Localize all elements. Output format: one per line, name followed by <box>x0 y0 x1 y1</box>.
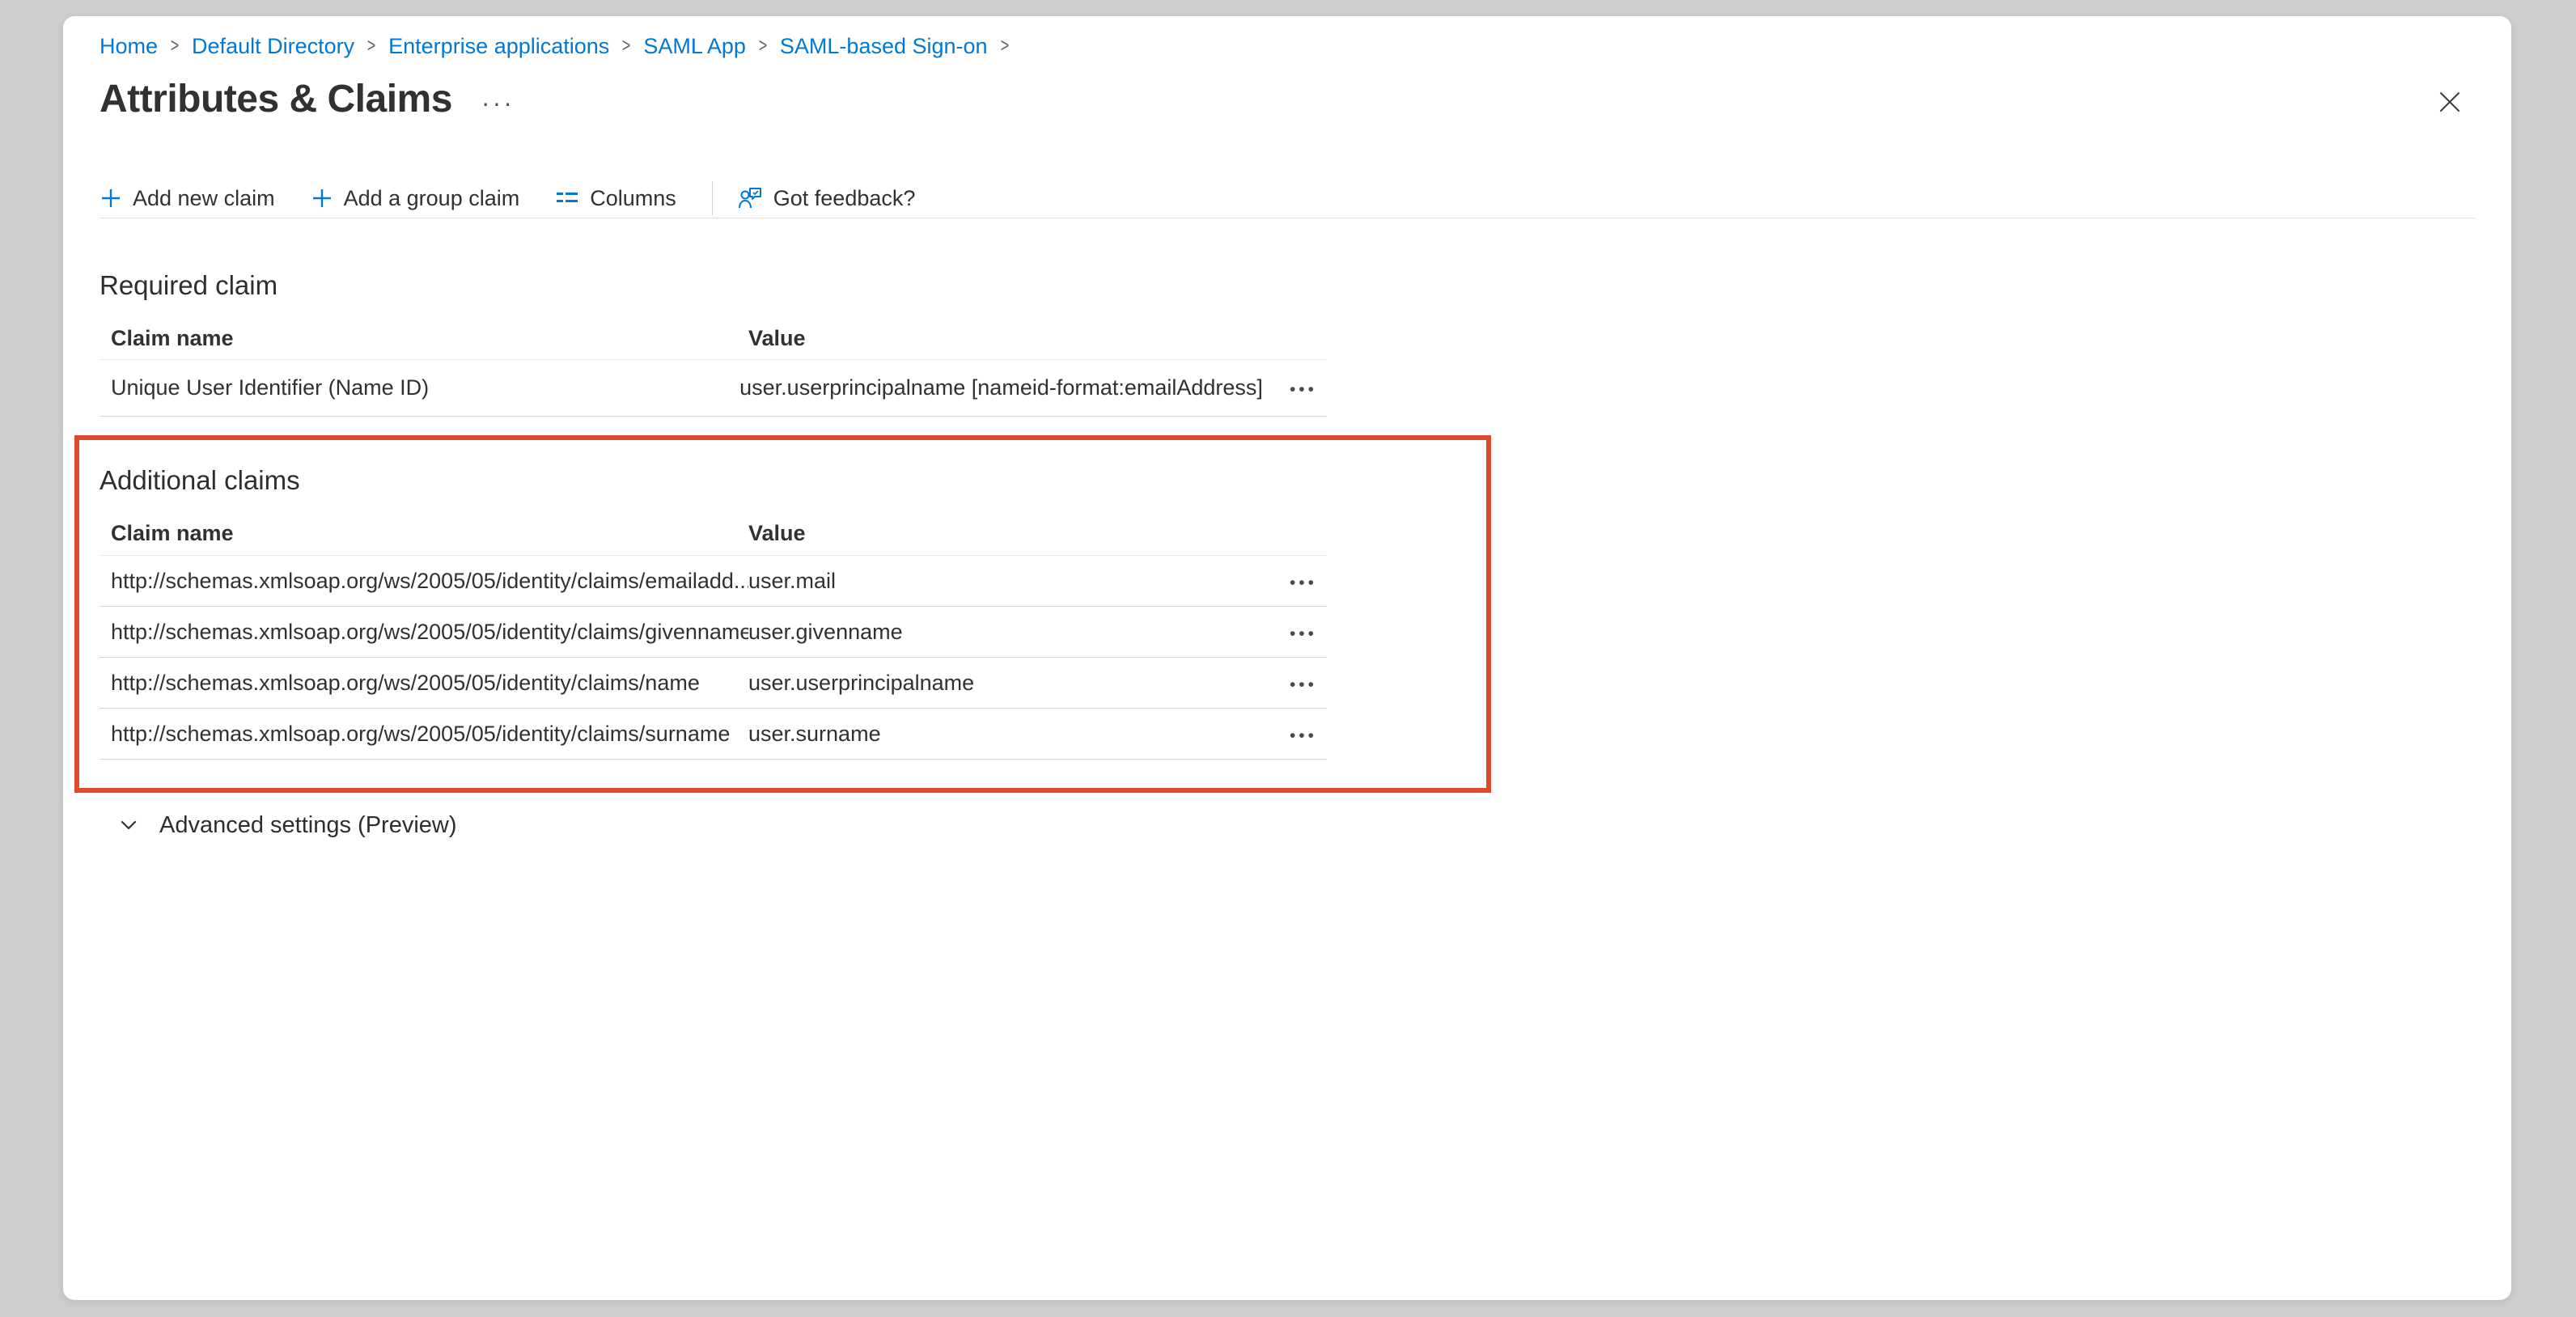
additional-claims-table: Claim name Value http://schemas.xmlsoap.… <box>100 512 1327 760</box>
row-ellipsis-menu-icon[interactable]: ••• <box>1290 386 1317 394</box>
got-feedback-button[interactable]: Got feedback? <box>737 185 916 211</box>
table-row[interactable]: http://schemas.xmlsoap.org/ws/2005/05/id… <box>100 607 1327 658</box>
breadcrumb-saml-app[interactable]: SAML App <box>643 34 746 59</box>
claim-value-cell: user.surname <box>748 722 1262 747</box>
attributes-claims-blade: Home > Default Directory > Enterprise ap… <box>63 16 2511 1300</box>
value-column-header: Value <box>748 326 1262 351</box>
table-header-row: Claim name Value <box>100 317 1327 360</box>
claim-name-column-header: Claim name <box>100 326 748 351</box>
blade-header: Attributes & Claims ··· <box>100 72 2475 125</box>
table-row[interactable]: http://schemas.xmlsoap.org/ws/2005/05/id… <box>100 709 1327 760</box>
feedback-icon <box>737 185 763 211</box>
breadcrumb-separator-icon: > <box>1000 35 1009 57</box>
breadcrumb: Home > Default Directory > Enterprise ap… <box>100 16 2475 60</box>
chevron-down-icon <box>117 814 140 836</box>
more-options-icon[interactable]: ··· <box>481 87 515 111</box>
plus-icon <box>311 187 333 210</box>
page-title: Attributes & Claims <box>100 77 452 121</box>
claim-name-cell: Unique User Identifier (Name ID) <box>100 375 739 400</box>
breadcrumb-separator-icon: > <box>622 35 631 57</box>
claim-name-cell: http://schemas.xmlsoap.org/ws/2005/05/id… <box>100 569 748 594</box>
table-row[interactable]: Unique User Identifier (Name ID) user.us… <box>100 360 1327 417</box>
claim-name-cell: http://schemas.xmlsoap.org/ws/2005/05/id… <box>100 671 748 696</box>
claim-name-column-header: Claim name <box>100 521 748 546</box>
table-row[interactable]: http://schemas.xmlsoap.org/ws/2005/05/id… <box>100 658 1327 709</box>
breadcrumb-separator-icon: > <box>759 35 768 57</box>
claim-value-cell: user.mail <box>748 569 1262 594</box>
row-ellipsis-menu-icon[interactable]: ••• <box>1290 579 1317 587</box>
table-row[interactable]: http://schemas.xmlsoap.org/ws/2005/05/id… <box>100 556 1327 607</box>
claim-value-cell: user.userprincipalname [nameid-format:em… <box>739 375 1263 400</box>
claim-name-cell: http://schemas.xmlsoap.org/ws/2005/05/id… <box>100 722 748 747</box>
plus-icon <box>100 187 122 210</box>
row-ellipsis-menu-icon[interactable]: ••• <box>1290 732 1317 740</box>
columns-icon <box>555 186 579 210</box>
add-group-claim-button[interactable]: Add a group claim <box>311 186 520 211</box>
toolbar-divider <box>712 181 713 215</box>
breadcrumb-enterprise-applications[interactable]: Enterprise applications <box>388 34 609 59</box>
claim-value-cell: user.userprincipalname <box>748 671 1262 696</box>
command-bar: Add new claim Add a group claim Col <box>100 179 2475 218</box>
advanced-settings-label: Advanced settings (Preview) <box>159 812 457 839</box>
additional-claims-heading: Additional claims <box>100 464 2475 498</box>
claim-name-cell: http://schemas.xmlsoap.org/ws/2005/05/id… <box>100 620 748 645</box>
row-ellipsis-menu-icon[interactable]: ••• <box>1290 630 1317 638</box>
value-column-header: Value <box>748 521 1262 546</box>
breadcrumb-separator-icon: > <box>367 35 376 57</box>
advanced-settings-expander[interactable]: Advanced settings (Preview) <box>100 805 457 845</box>
breadcrumb-separator-icon: > <box>171 35 180 57</box>
add-new-claim-label: Add new claim <box>133 186 275 211</box>
got-feedback-label: Got feedback? <box>773 186 916 211</box>
claim-value-cell: user.givenname <box>748 620 1262 645</box>
close-icon[interactable] <box>2435 87 2464 116</box>
breadcrumb-default-directory[interactable]: Default Directory <box>192 34 354 59</box>
columns-label: Columns <box>590 186 676 211</box>
table-header-row: Claim name Value <box>100 512 1327 556</box>
columns-button[interactable]: Columns <box>555 186 676 211</box>
breadcrumb-saml-based-sign-on[interactable]: SAML-based Sign-on <box>780 34 988 59</box>
add-new-claim-button[interactable]: Add new claim <box>100 186 275 211</box>
required-claim-table: Claim name Value Unique User Identifier … <box>100 317 1327 417</box>
required-claim-heading: Required claim <box>100 269 2475 303</box>
row-ellipsis-menu-icon[interactable]: ••• <box>1290 681 1317 689</box>
add-group-claim-label: Add a group claim <box>344 186 520 211</box>
breadcrumb-home[interactable]: Home <box>100 34 158 59</box>
